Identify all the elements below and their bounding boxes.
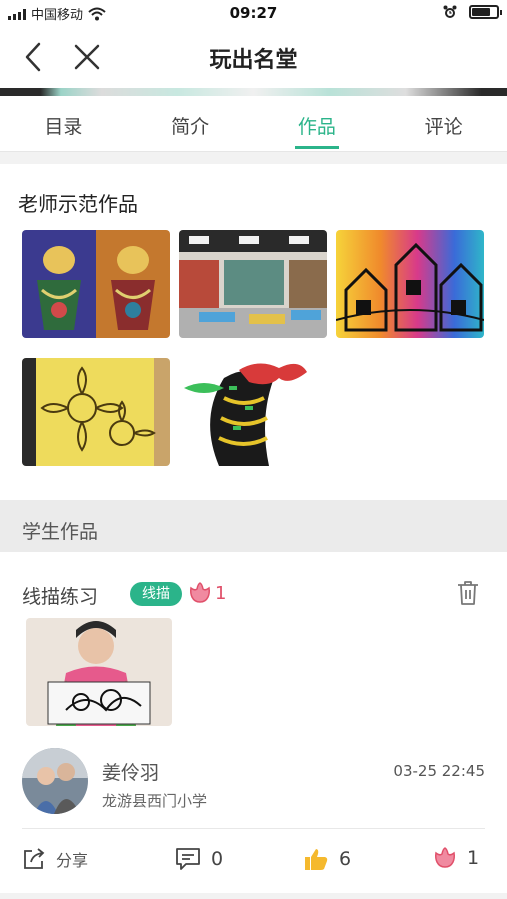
page-title: 玩出名堂 [209,48,298,73]
teacher-work-thumb[interactable] [179,358,327,466]
post-time: 03-25 22:45 [393,762,485,780]
flower-count: 1 [215,582,227,604]
comment-count: 0 [211,848,224,870]
rooster-image [179,358,327,466]
share-icon [24,848,45,869]
flower-icon [190,582,210,603]
nav-bar: 玩出名堂 [0,26,507,88]
status-right [443,5,502,19]
tab-bar: 目录 简介 作品 评论 [0,96,507,152]
child-with-drawing-image [26,618,172,726]
work-photo[interactable] [26,618,172,726]
tab-intro[interactable]: 简介 [127,96,254,151]
comment-button[interactable]: 0 [175,847,223,871]
avatar-image [22,748,88,814]
classroom-image [179,230,327,338]
sunflower-image [22,358,170,466]
thumbs-up-icon [305,849,328,870]
flower-button[interactable]: 1 [433,847,479,869]
author-avatar[interactable] [22,748,88,814]
flower-action-count: 1 [467,847,480,869]
work-tag[interactable]: 线描 [130,582,182,606]
tab-comments[interactable]: 评论 [380,96,507,151]
door-gods-image [22,230,170,338]
banner-strip [0,88,507,96]
action-bar: 分享 0 6 1 [0,829,507,889]
flower-badge: 1 [188,582,226,604]
student-work-card: 线描练习 线描 1 姜伶羽 龙游县西门小学 03-25 22:45 分享 0 6… [0,552,507,899]
teacher-work-thumb[interactable] [22,358,170,466]
author-name[interactable]: 姜伶羽 [102,758,159,785]
alarm-icon [443,5,457,18]
flower-icon [435,847,455,868]
status-time: 09:27 [229,4,278,22]
comment-icon [176,848,200,870]
teacher-work-thumb[interactable] [179,230,327,338]
trash-icon [458,581,478,605]
tab-catalog[interactable]: 目录 [0,96,127,151]
author-school: 龙游县西门小学 [102,792,208,810]
battery-icon [469,5,502,19]
bottom-edge [0,893,507,899]
status-bar: 中国移动 09:27 [0,0,507,26]
teacher-works-section: 老师示范作品 [0,164,507,500]
tab-works[interactable]: 作品 [254,96,381,151]
teacher-work-thumb[interactable] [336,230,484,338]
student-works-title: 学生作品 [22,521,99,543]
share-button[interactable]: 分享 [22,847,88,871]
colorful-castle-image [336,230,484,338]
delete-button[interactable] [456,580,480,610]
like-button[interactable]: 6 [303,847,351,871]
work-title: 线描练习 [22,586,99,608]
teacher-work-thumb[interactable] [22,230,170,338]
like-count: 6 [339,848,352,870]
teacher-works-title: 老师示范作品 [18,192,138,216]
share-label: 分享 [56,851,89,870]
student-works-header: 学生作品 [0,500,507,552]
